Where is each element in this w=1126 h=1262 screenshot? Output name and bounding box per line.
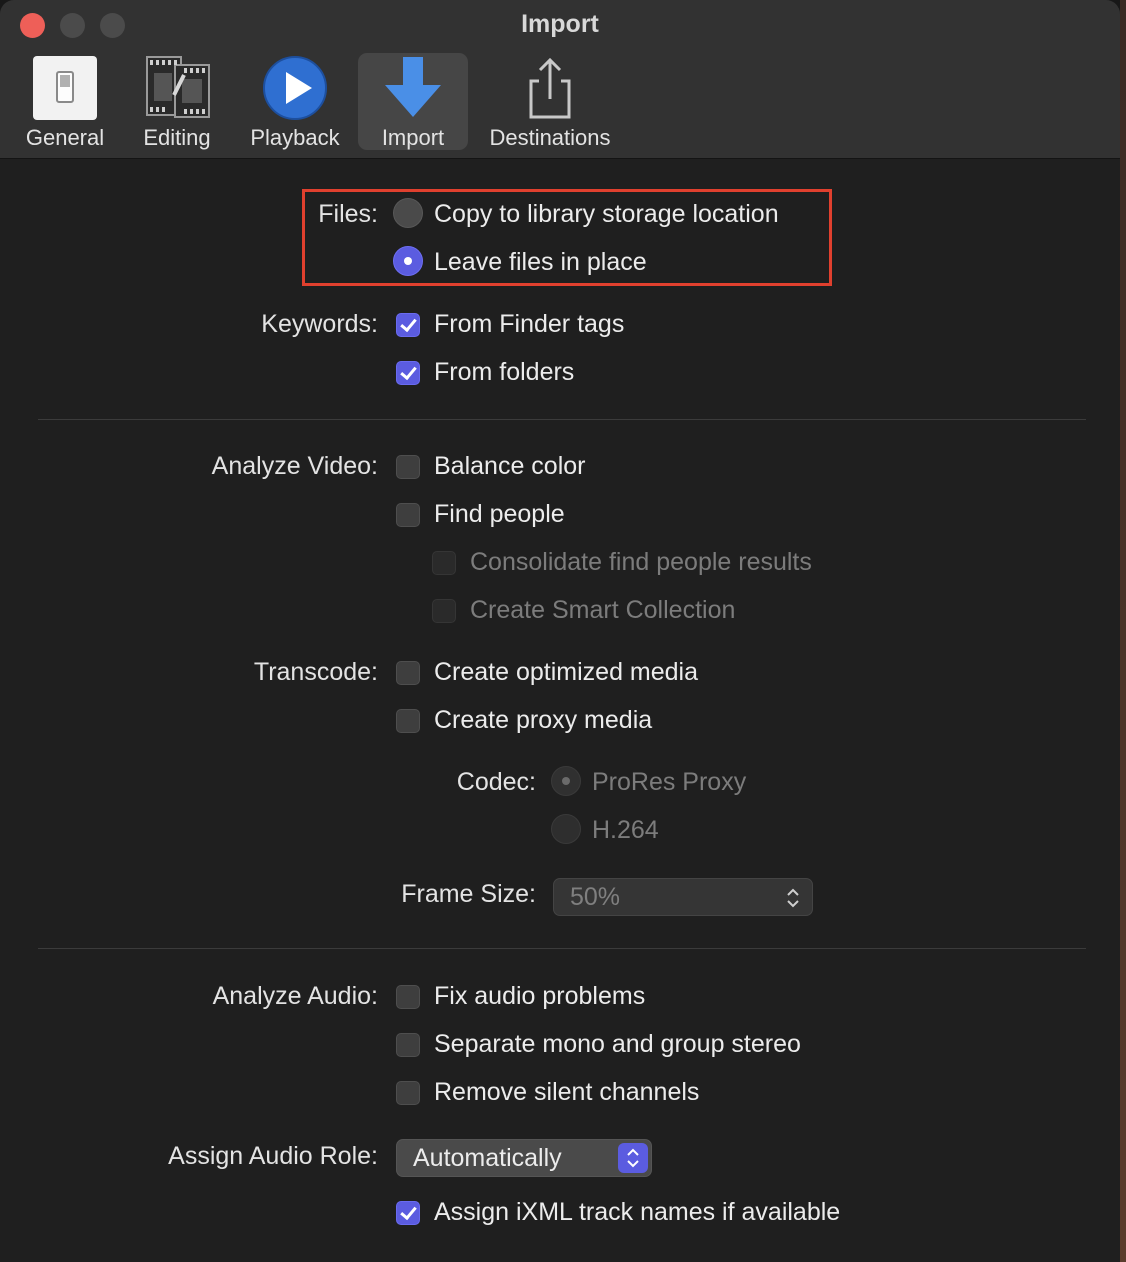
frame-size-select[interactable]: 50% xyxy=(553,878,813,916)
assign-audio-role-label: Assign Audio Role: xyxy=(168,1142,378,1170)
find-people-label[interactable]: Find people xyxy=(434,500,565,529)
window-title: Import xyxy=(521,10,599,38)
frame-size-label: Frame Size: xyxy=(401,880,536,908)
tab-playback[interactable]: Playback xyxy=(242,53,348,150)
balance-color-checkbox[interactable] xyxy=(396,455,420,479)
tab-editing[interactable]: Editing xyxy=(130,53,224,150)
tab-destinations[interactable]: Destinations xyxy=(480,53,620,150)
create-optimized-media-label[interactable]: Create optimized media xyxy=(434,658,698,687)
separate-mono-label[interactable]: Separate mono and group stereo xyxy=(434,1030,801,1059)
from-finder-tags-checkbox[interactable] xyxy=(396,313,420,337)
prores-proxy-radio[interactable] xyxy=(551,766,581,796)
separate-mono-checkbox[interactable] xyxy=(396,1033,420,1057)
h264-label: H.264 xyxy=(592,816,659,844)
remove-silent-channels-label[interactable]: Remove silent channels xyxy=(434,1078,699,1107)
balance-color-label[interactable]: Balance color xyxy=(434,452,585,481)
tab-label: Editing xyxy=(143,125,211,150)
leave-files-in-place-radio[interactable] xyxy=(393,246,423,276)
tab-general[interactable]: General xyxy=(18,53,112,150)
create-smart-collection-checkbox[interactable] xyxy=(432,599,456,623)
tab-import[interactable]: Import xyxy=(358,53,468,150)
from-folders-label[interactable]: From folders xyxy=(434,358,574,387)
h264-radio[interactable] xyxy=(551,814,581,844)
create-smart-collection-label: Create Smart Collection xyxy=(470,596,736,624)
preferences-window: Import General Editing Playback Import D… xyxy=(0,0,1120,1262)
tab-label: General xyxy=(25,125,105,150)
create-optimized-media-checkbox[interactable] xyxy=(396,661,420,685)
audio-role-select[interactable]: Automatically xyxy=(396,1139,652,1177)
create-proxy-media-checkbox[interactable] xyxy=(396,709,420,733)
from-folders-checkbox[interactable] xyxy=(396,361,420,385)
fix-audio-problems-label[interactable]: Fix audio problems xyxy=(434,982,645,1011)
switch-icon xyxy=(33,56,97,120)
share-icon xyxy=(529,57,571,119)
leave-files-in-place-label[interactable]: Leave files in place xyxy=(434,248,647,277)
desktop-background xyxy=(1120,0,1126,1262)
consolidate-find-people-label: Consolidate find people results xyxy=(470,548,812,576)
tab-label: Destinations xyxy=(489,125,611,150)
keywords-label: Keywords: xyxy=(261,310,378,338)
prores-proxy-label: ProRes Proxy xyxy=(592,768,747,796)
down-arrow-icon xyxy=(385,57,441,117)
play-icon xyxy=(263,56,327,120)
assign-ixml-checkbox[interactable] xyxy=(396,1201,420,1225)
from-finder-tags-label[interactable]: From Finder tags xyxy=(434,310,624,339)
analyze-video-label: Analyze Video: xyxy=(211,452,378,480)
film-strip-icon xyxy=(146,56,210,118)
consolidate-find-people-checkbox[interactable] xyxy=(432,551,456,575)
chevron-updown-icon xyxy=(618,1143,648,1173)
chevron-updown-icon xyxy=(787,888,799,908)
copy-to-library-label[interactable]: Copy to library storage location xyxy=(434,200,779,229)
tab-label: Playback xyxy=(250,125,340,150)
remove-silent-channels-checkbox[interactable] xyxy=(396,1081,420,1105)
tab-label: Import xyxy=(381,125,445,150)
section-divider xyxy=(38,948,1086,949)
toolbar: Import General Editing Playback Import D… xyxy=(0,0,1120,159)
files-label: Files: xyxy=(318,200,378,228)
section-divider xyxy=(38,419,1086,420)
fix-audio-problems-checkbox[interactable] xyxy=(396,985,420,1009)
transcode-label: Transcode: xyxy=(253,658,378,686)
find-people-checkbox[interactable] xyxy=(396,503,420,527)
analyze-audio-label: Analyze Audio: xyxy=(212,982,378,1010)
audio-role-value: Automatically xyxy=(413,1144,562,1172)
frame-size-value: 50% xyxy=(570,883,621,911)
assign-ixml-label[interactable]: Assign iXML track names if available xyxy=(434,1198,840,1227)
copy-to-library-radio[interactable] xyxy=(393,198,423,228)
codec-label: Codec: xyxy=(456,768,536,796)
create-proxy-media-label[interactable]: Create proxy media xyxy=(434,706,652,735)
